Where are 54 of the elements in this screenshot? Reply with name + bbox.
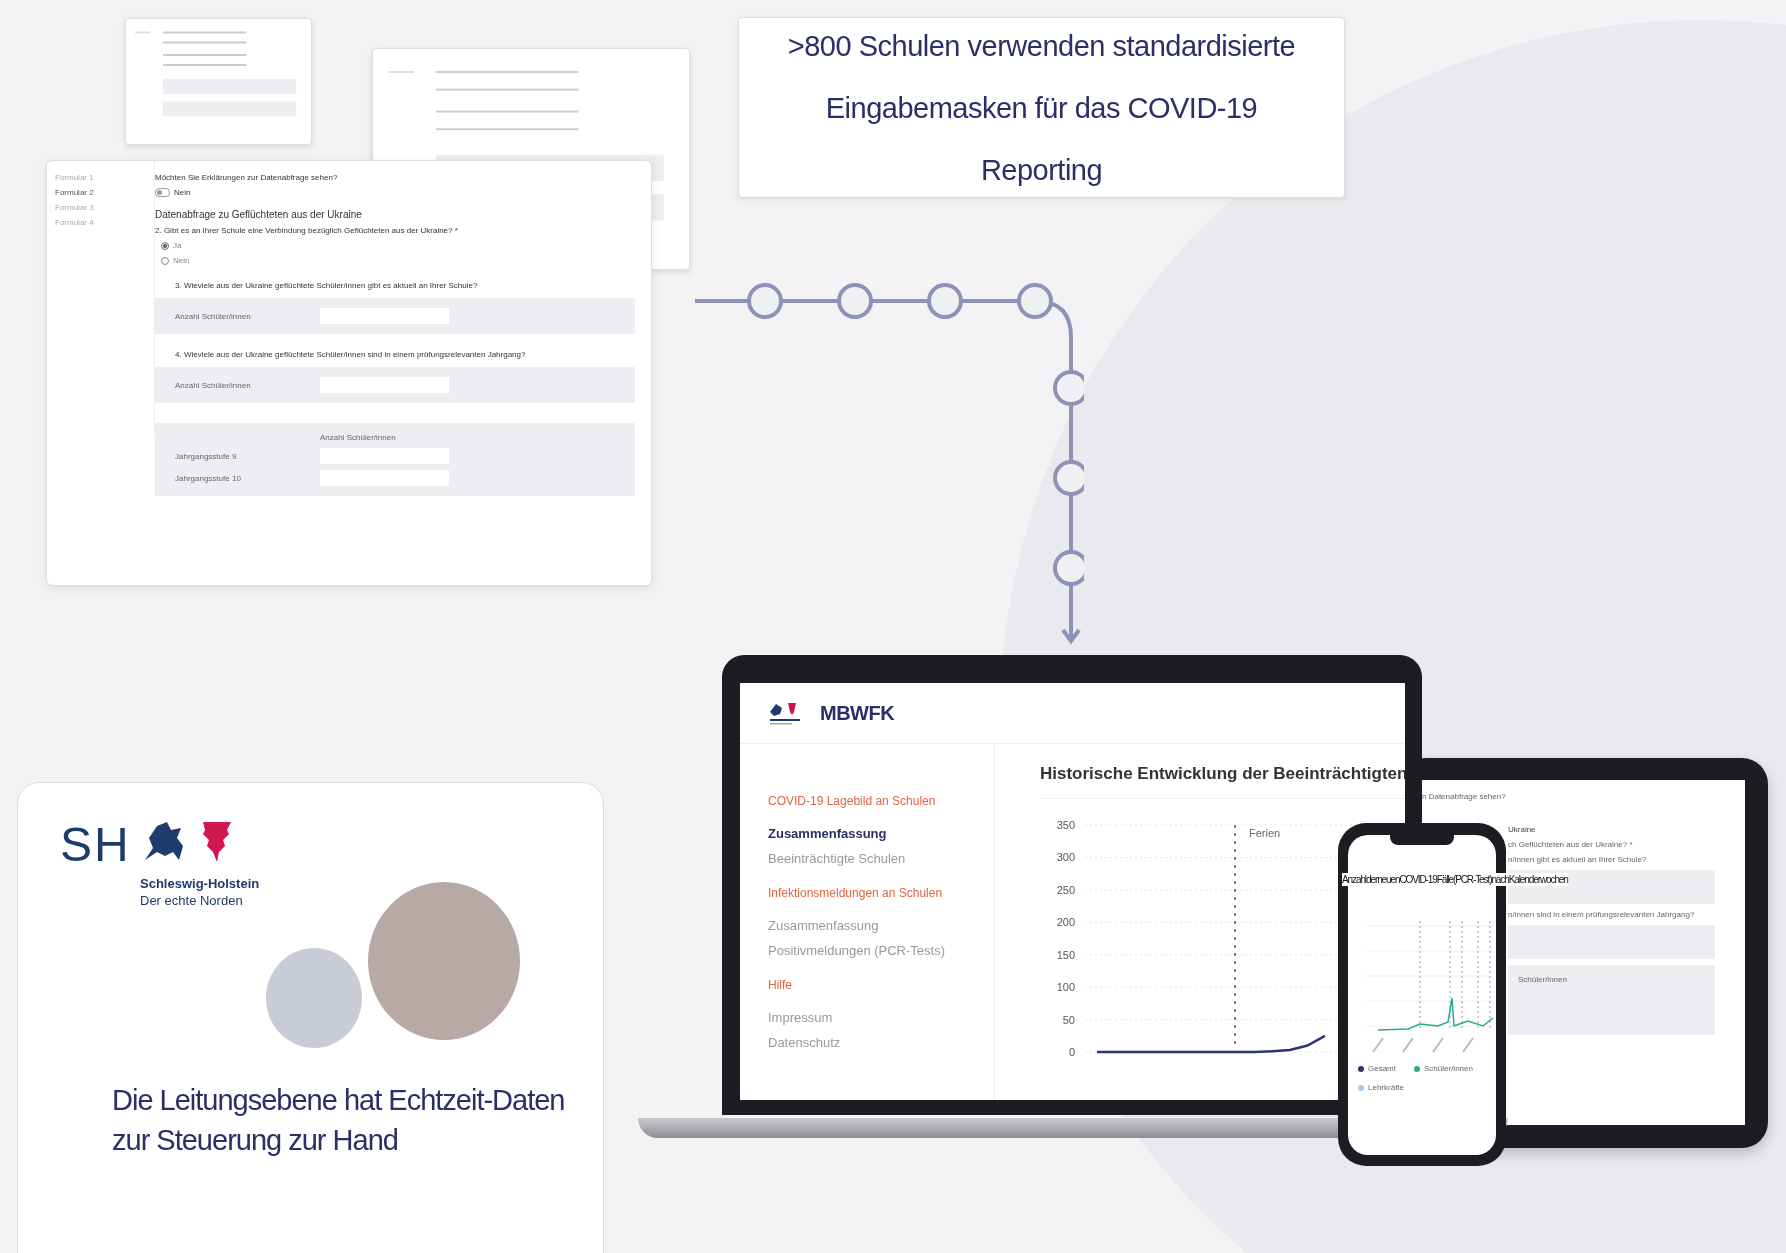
radio-label: Nein (173, 256, 190, 265)
form-text: n/innen gibt es aktuell an Ihrer Schule? (1508, 855, 1648, 864)
field-label: Anzahl Schüler/innen (175, 380, 252, 390)
radio-label: Ja (173, 241, 182, 250)
nav-section-title: COVID-19 Lagebild an Schulen (768, 794, 937, 808)
question-text: 4. Wieviele aus der Ukraine geflüchtete Schüler/innen sind in einem prüfungsrelevanten Jahrgang? (175, 350, 527, 359)
chart-title: AnzahlderneuenCOVID-19Fälle(PCR-Test)nachKalenderwochen (1342, 873, 1568, 886)
nav-item[interactable]: Beeinträchtigte Schulen (768, 851, 994, 866)
toggle-label: Nein (174, 188, 191, 197)
nav-item[interactable]: Positivmeldungen (PCR-Tests) (768, 943, 994, 958)
form-text: n Datenabfrage sehen? (1422, 792, 1507, 801)
axis-tick-label: 200 (1056, 916, 1075, 929)
form-heading: Ukraine (1508, 825, 1537, 834)
column-header: Anzahl Schüler/innen (320, 433, 397, 442)
legend-label: Gesamt (1368, 1064, 1396, 1073)
annotation-label: Ferien (1249, 827, 1281, 839)
axis-tick-label: 300 (1056, 851, 1075, 864)
nav-item[interactable]: Zusammenfassung (768, 826, 994, 841)
nav-item[interactable]: Zusammenfassung (768, 918, 994, 933)
question-text: 2. Gibt es an Ihrer Schule eine Verbindung bezüglich Geflüchteten aus der Ukraine? * (155, 226, 459, 235)
app-logo-text: MBWFK (820, 701, 895, 725)
field-label: Jahrgangsstufe 10 (175, 473, 242, 483)
nav-section-title: Infektionsmeldungen an Schulen (768, 886, 944, 900)
axis-tick-label: 0 (1068, 1046, 1075, 1058)
form-nav-item[interactable]: Formular 1 (55, 173, 146, 182)
form-heading: Datenabfrage zu Geflüchteten aus der Ukraine (155, 209, 363, 220)
field-label: Jahrgangsstufe 9 (175, 451, 238, 461)
nav-item[interactable]: Datenschutz (768, 1035, 994, 1050)
form-text: ch Geflüchteten aus der Ukraine? * (1508, 840, 1634, 849)
logo-tagline: Der echte Norden (140, 892, 244, 909)
axis-tick-label: 150 (1056, 948, 1075, 961)
logo-letters: SH (60, 820, 131, 870)
radio-button[interactable] (161, 241, 169, 250)
logo-name: Schleswig-Holstein (140, 875, 260, 892)
axis-tick-label: 250 (1056, 883, 1075, 896)
legend-label: Lehrkräfte (1368, 1083, 1405, 1092)
nav-item[interactable]: Impressum (768, 1010, 994, 1025)
question-text: 3. Wieviele aus der Ukraine geflüchtete Schüler/innen gibt es aktuell an Ihrer Schule? (175, 281, 479, 290)
form-nav-item[interactable]: Formular 2 (55, 188, 146, 197)
toggle-switch[interactable] (155, 188, 170, 197)
phone-notch (1390, 833, 1454, 845)
legend-label: Schüler/innen (1424, 1064, 1473, 1073)
form-nav-item[interactable]: Formular 4 (55, 218, 146, 227)
callout-text: >800 Schulen verwenden standardisierte Eingabemasken für das COVID-19 Reporting (786, 28, 1297, 188)
axis-tick-label: 50 (1062, 1013, 1075, 1026)
form-nav-item[interactable]: Formular 3 (55, 203, 146, 212)
question-text: Möchten Sie Erklärungen zur Datenabfrage sehen? (155, 173, 339, 182)
nav-section-title: Hilfe (768, 978, 793, 992)
headline-text: Die Leitungsebene hat Echtzeit-Daten zur Steuerung zur Hand (112, 1083, 566, 1158)
field-label: Schüler/innen (1518, 975, 1567, 984)
field-label: Anzahl Schüler/innen (175, 311, 252, 321)
form-text: n/innen sind in einem prüfungsrelevanten Jahrgang? (1508, 910, 1696, 919)
axis-tick-label: 100 (1056, 981, 1075, 994)
axis-tick-label: 350 (1056, 819, 1075, 831)
